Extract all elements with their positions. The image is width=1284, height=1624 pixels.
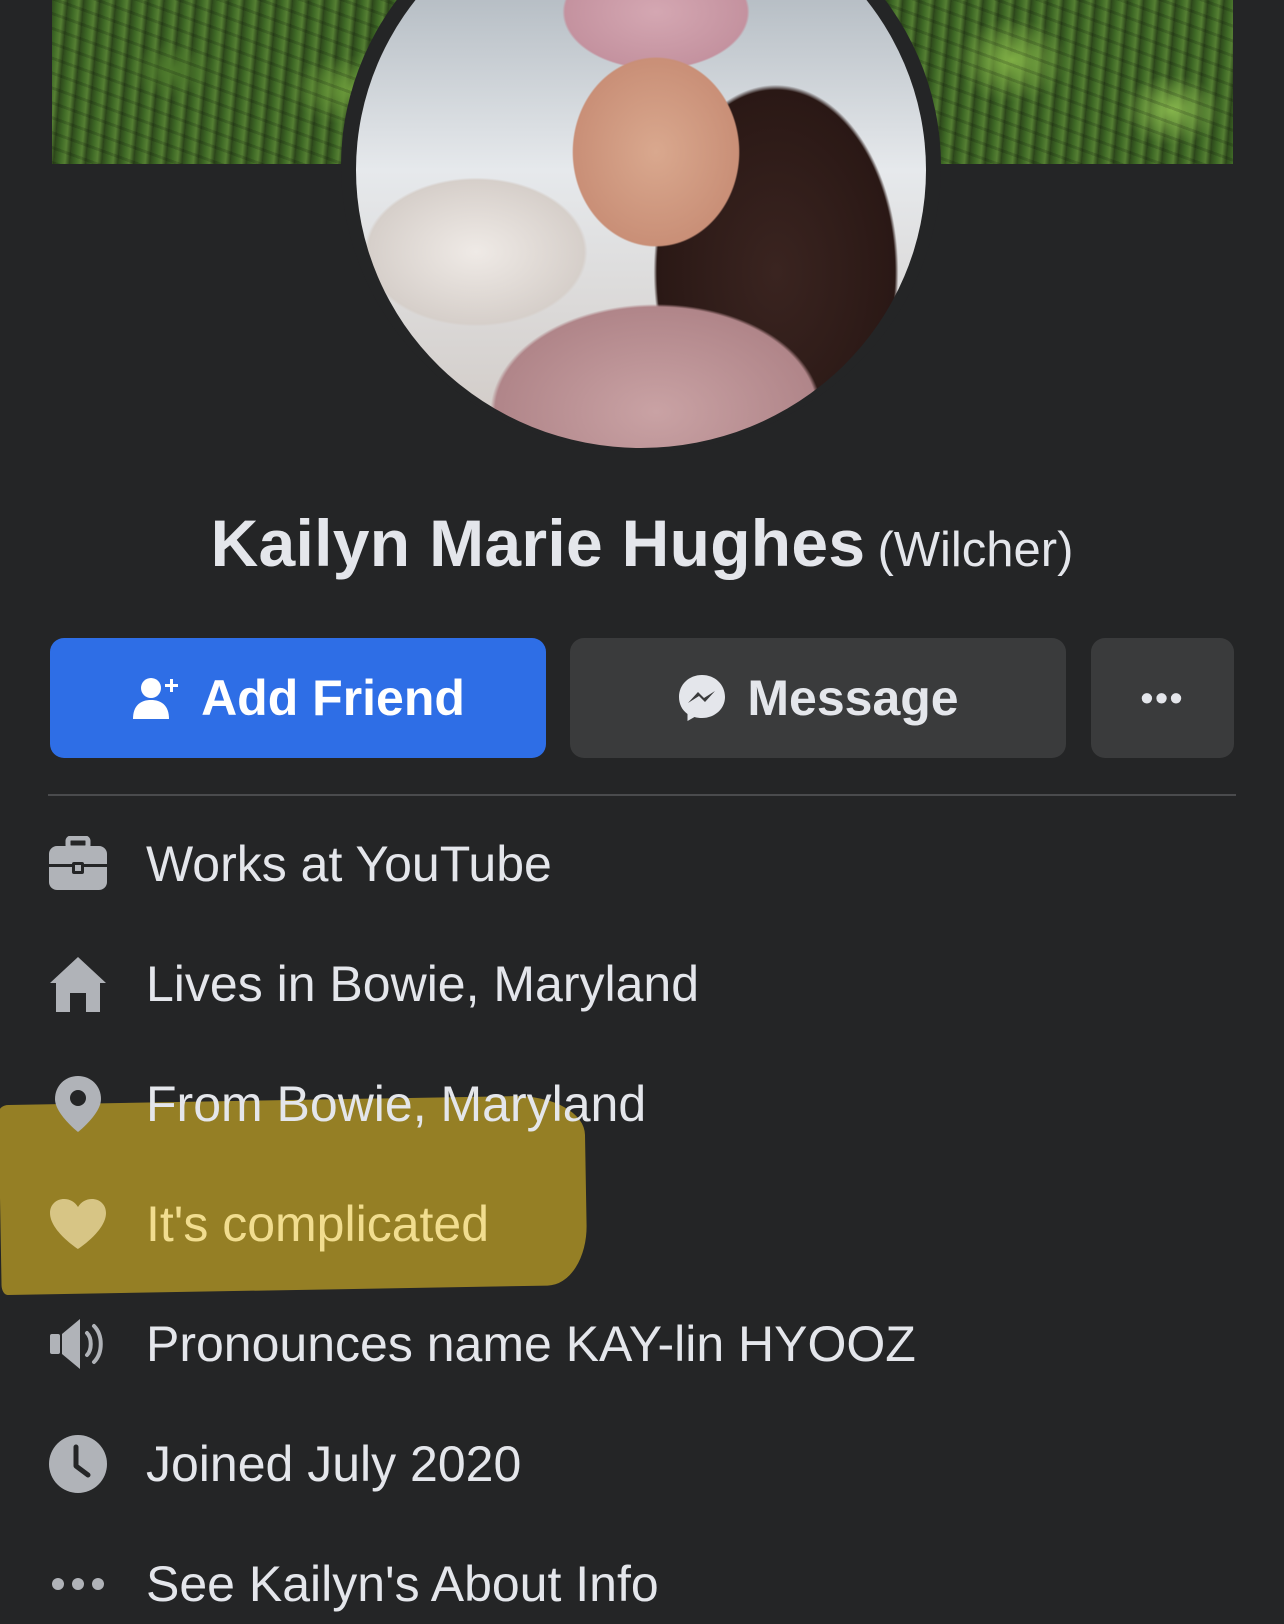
intro-work-text: Works at YouTube bbox=[146, 836, 552, 892]
message-label: Message bbox=[747, 670, 959, 726]
intro-joined-text: Joined July 2020 bbox=[146, 1436, 522, 1492]
intro-hometown-text: From Bowie, Maryland bbox=[146, 1076, 647, 1132]
profile-name-row: Kailyn Marie Hughes (Wilcher) bbox=[0, 505, 1284, 581]
profile-picture[interactable] bbox=[356, 0, 926, 448]
clock-icon bbox=[48, 1434, 108, 1494]
intro-current-city[interactable]: Lives in Bowie, Maryland bbox=[48, 944, 1228, 1024]
add-friend-label: Add Friend bbox=[201, 670, 465, 726]
intro-pronunciation[interactable]: Pronounces name KAY-lin HYOOZ bbox=[48, 1304, 1228, 1384]
intro-joined[interactable]: Joined July 2020 bbox=[48, 1424, 1228, 1504]
intro-hometown[interactable]: From Bowie, Maryland bbox=[48, 1064, 1228, 1144]
home-icon bbox=[48, 954, 108, 1014]
see-about-info-text: See Kailyn's About Info bbox=[146, 1556, 659, 1612]
heart-icon bbox=[48, 1194, 108, 1254]
intro-pronunciation-text: Pronounces name KAY-lin HYOOZ bbox=[146, 1316, 916, 1372]
divider bbox=[48, 794, 1236, 796]
speaker-icon bbox=[48, 1314, 108, 1374]
profile-alternate-name: (Wilcher) bbox=[877, 523, 1074, 577]
intro-work[interactable]: Works at YouTube bbox=[48, 824, 1228, 904]
more-dots-icon bbox=[48, 1554, 108, 1614]
see-about-info-link[interactable]: See Kailyn's About Info bbox=[48, 1544, 1228, 1624]
briefcase-icon bbox=[48, 834, 108, 894]
messenger-icon bbox=[677, 673, 727, 723]
intro-current-city-text: Lives in Bowie, Maryland bbox=[146, 956, 700, 1012]
message-button[interactable]: Message bbox=[570, 638, 1066, 758]
add-friend-icon bbox=[131, 673, 181, 723]
more-options-label: ••• bbox=[1140, 677, 1185, 718]
intro-relationship-text: It's complicated bbox=[146, 1196, 490, 1252]
location-pin-icon bbox=[48, 1074, 108, 1134]
profile-name: Kailyn Marie Hughes bbox=[210, 506, 866, 580]
more-options-button[interactable]: ••• bbox=[1091, 638, 1234, 758]
add-friend-button[interactable]: Add Friend bbox=[50, 638, 546, 758]
intro-relationship[interactable]: It's complicated bbox=[48, 1184, 1228, 1264]
